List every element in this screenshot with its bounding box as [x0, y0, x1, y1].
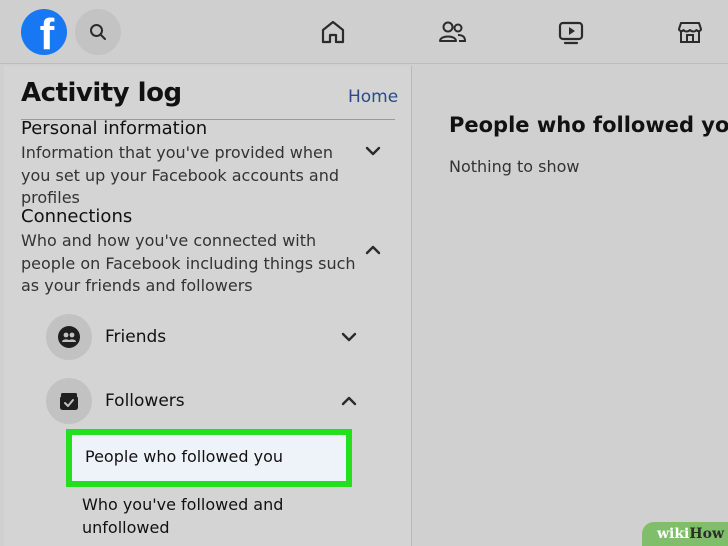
- watermark-how: How: [689, 526, 724, 542]
- followers-icon-circle: [46, 378, 92, 424]
- content-title: People who followed you: [449, 113, 728, 137]
- section-description-personal-information: Information that you've provided when yo…: [21, 143, 339, 207]
- section-heading-connections[interactable]: Connections: [21, 206, 132, 227]
- subsection-friends[interactable]: Friends: [105, 327, 166, 347]
- collapse-followers-button[interactable]: [339, 391, 359, 411]
- activity-log-sidebar: Activity log Home Personal information I…: [4, 66, 412, 546]
- empty-state-message: Nothing to show: [449, 157, 580, 176]
- chevron-down-icon: [365, 146, 381, 156]
- home-icon: [321, 20, 345, 44]
- expand-friends-button[interactable]: [339, 327, 359, 347]
- search-icon: [90, 24, 106, 40]
- wikihow-watermark: wiki How: [642, 522, 728, 546]
- friends-icon: [439, 21, 467, 42]
- followers-icon: [60, 393, 78, 410]
- page-title: Activity log: [21, 78, 182, 108]
- nav-watch-button[interactable]: [555, 16, 587, 48]
- main-content: People who followed you Nothing to show: [413, 66, 728, 546]
- nav-home-button[interactable]: [317, 16, 349, 48]
- collapse-connections-button[interactable]: [363, 240, 383, 260]
- chevron-down-icon: [341, 332, 357, 342]
- friends-icon-circle: [46, 314, 92, 360]
- search-button[interactable]: [75, 9, 121, 55]
- nav-marketplace-button[interactable]: [674, 16, 706, 48]
- marketplace-icon: [678, 22, 702, 43]
- section-heading-personal-information[interactable]: Personal information: [21, 118, 207, 139]
- watch-icon: [558, 21, 584, 45]
- chevron-up-icon: [365, 245, 381, 255]
- follower-item-label: People who followed you: [85, 447, 284, 466]
- follower-item-who-you-followed-and-unfollowed[interactable]: Who you've followed and unfollowed: [82, 494, 312, 539]
- home-link[interactable]: Home: [348, 87, 398, 107]
- follower-item-people-who-followed-you[interactable]: People who followed you: [66, 429, 352, 487]
- facebook-logo[interactable]: f: [21, 9, 67, 55]
- expand-personal-information-button[interactable]: [363, 141, 383, 161]
- section-description-connections: Who and how you've connected with people…: [21, 231, 356, 295]
- top-navigation-bar: f: [0, 0, 728, 64]
- subsection-followers[interactable]: Followers: [105, 391, 185, 411]
- chevron-up-icon: [341, 396, 357, 406]
- friends-icon: [58, 326, 80, 348]
- watermark-wiki: wiki: [656, 526, 690, 542]
- nav-friends-button[interactable]: [436, 16, 468, 48]
- facebook-logo-letter: f: [39, 10, 55, 56]
